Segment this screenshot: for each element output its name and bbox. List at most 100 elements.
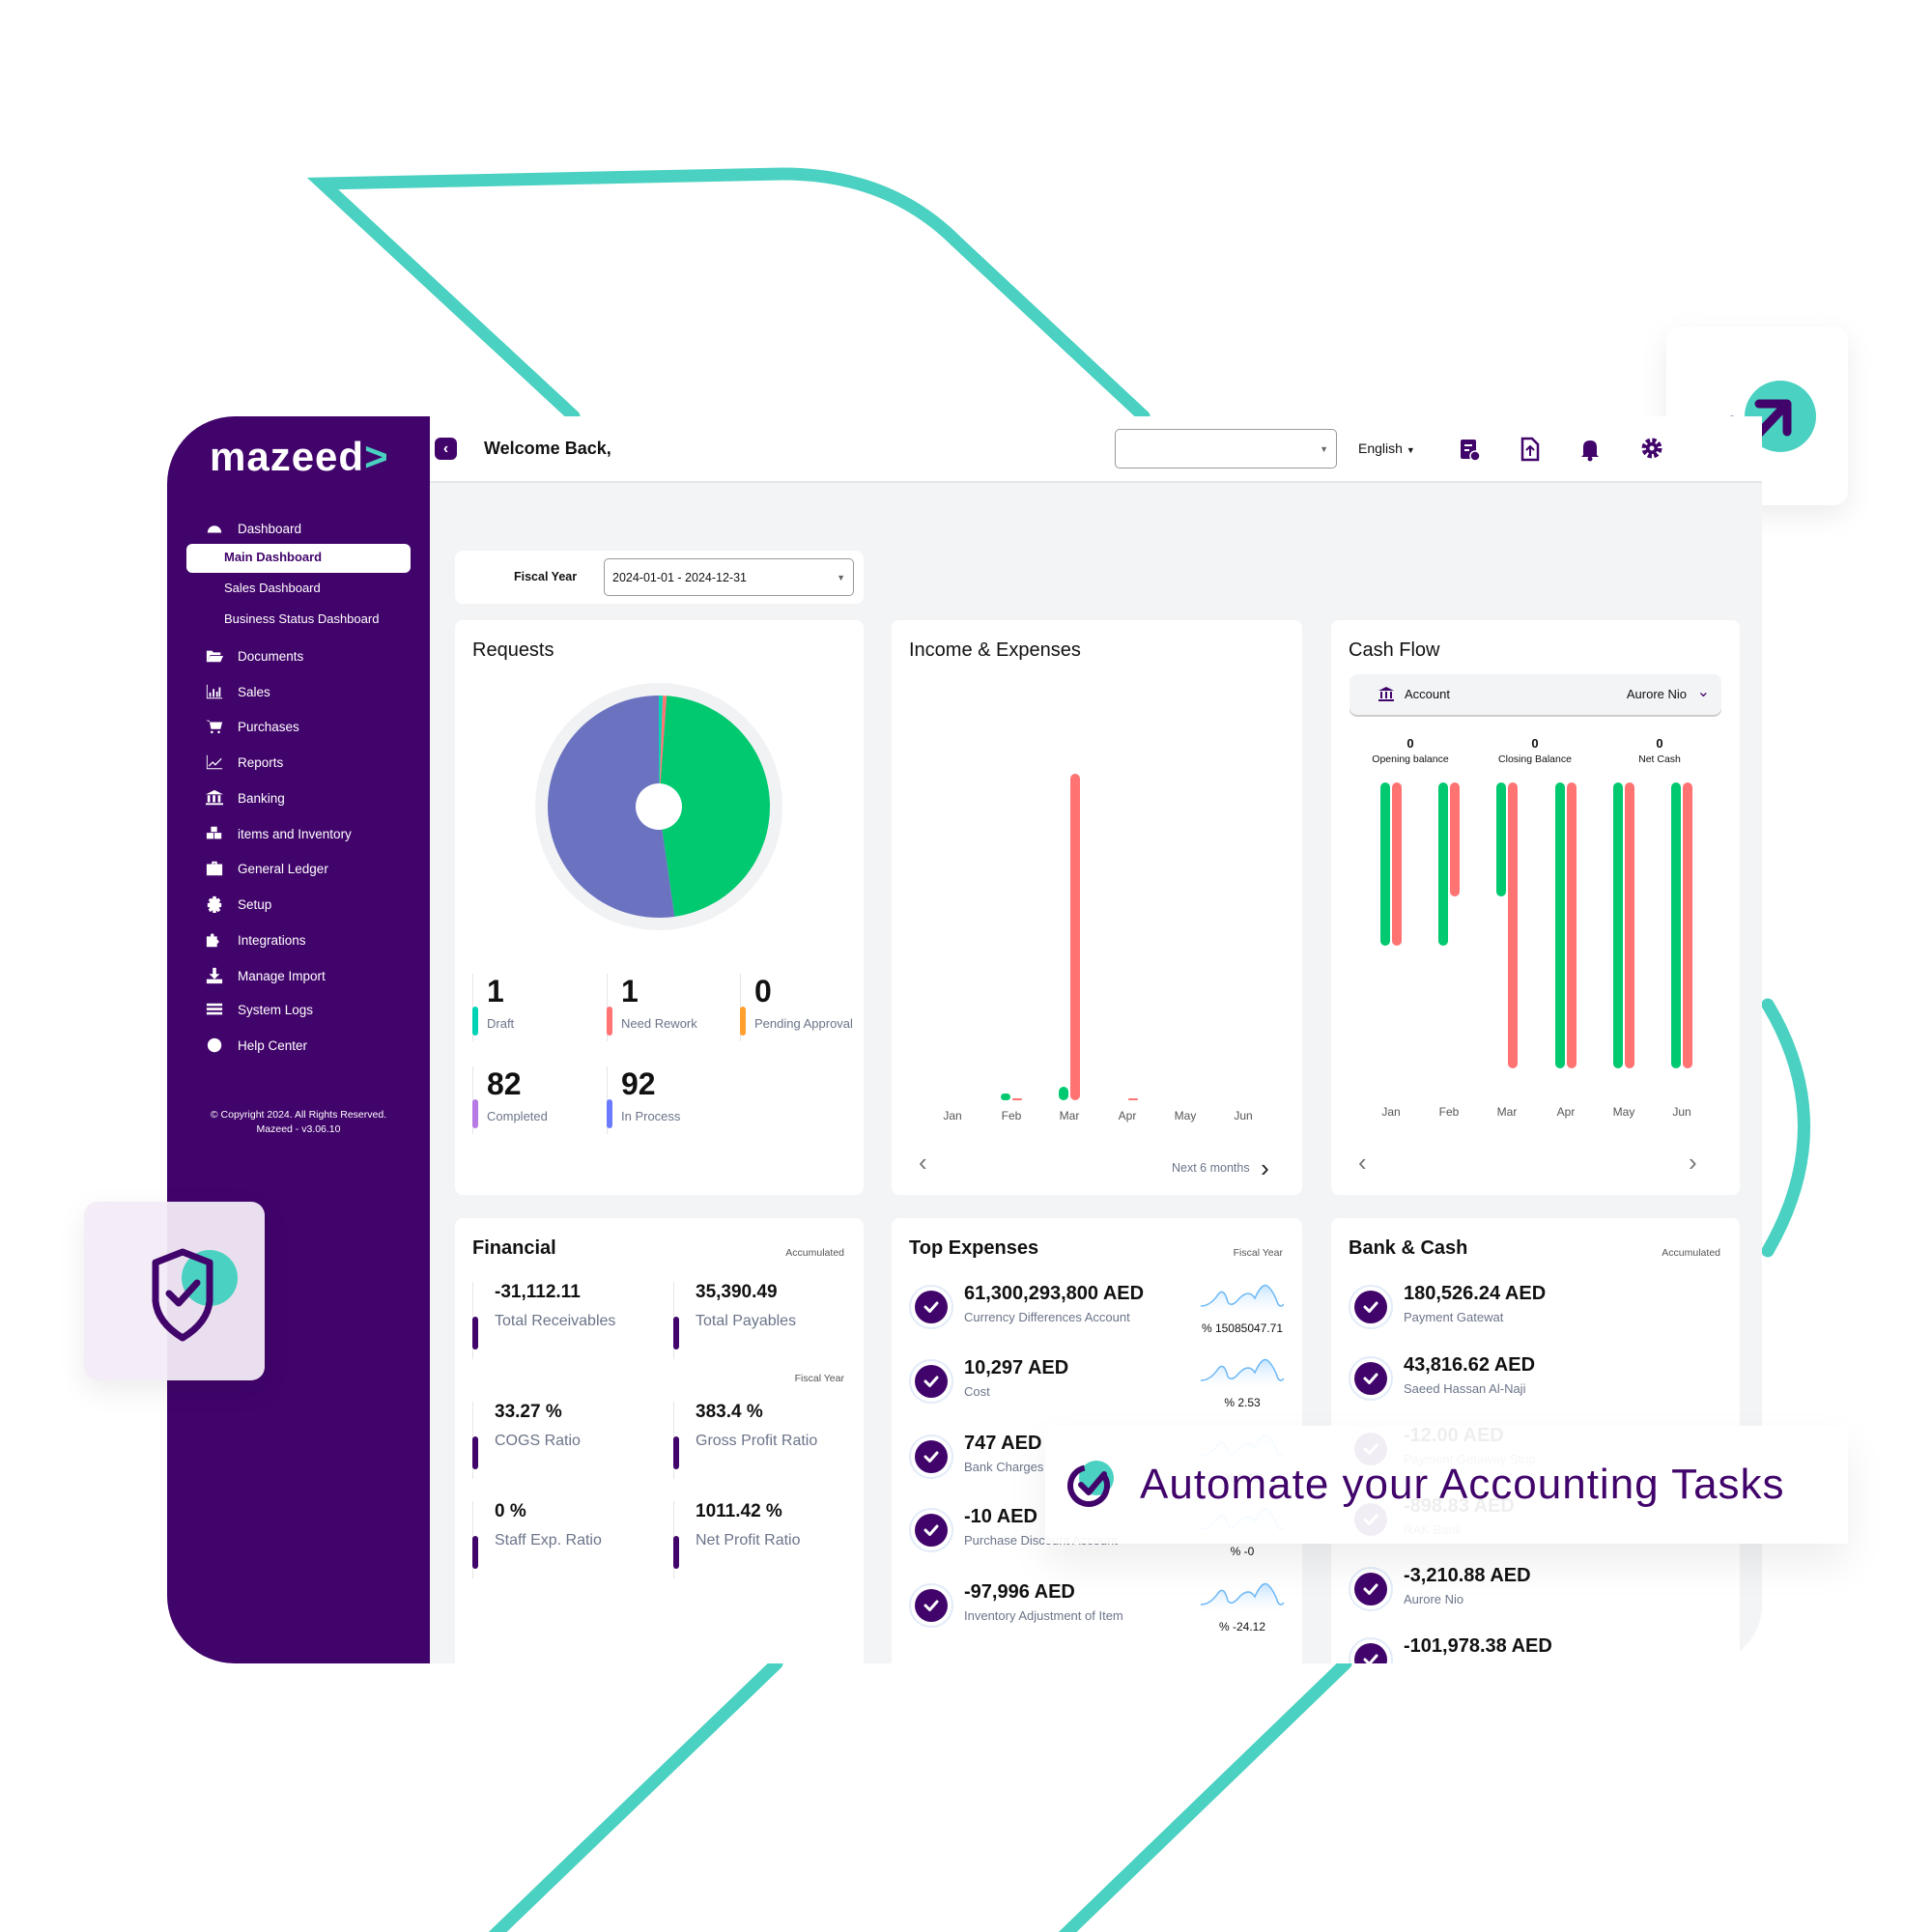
bar-may-income[interactable] [1613,782,1623,1068]
card-title: Requests [472,639,554,661]
bar-feb-expense[interactable] [1012,1097,1022,1100]
stat-label: Completed [487,1109,548,1123]
sparkline [1201,1582,1284,1616]
sidebar-item-banking[interactable]: Banking [205,786,285,810]
gear-icon[interactable] [1640,437,1663,460]
security-card [84,1202,265,1380]
bank-account-item[interactable]: -101,978.38 AED [1349,1632,1725,1663]
clipboard-add-icon[interactable] [1459,437,1480,462]
account-name: Payment Gatewat [1404,1310,1504,1324]
metric-bar [472,1536,478,1569]
decor-line-bottom-left [488,1657,783,1932]
month-label: Jan [1381,1105,1401,1119]
bar-mar-expense[interactable] [1508,782,1518,1068]
bar-apr-income[interactable] [1555,782,1565,1068]
company-select[interactable]: ▼ [1115,429,1337,469]
caret-down-icon: ▼ [837,572,845,582]
sidebar-item-reports[interactable]: Reports [205,751,283,774]
stat-value: 92 [621,1066,656,1101]
sidebar-item-items-and-inventory[interactable]: items and Inventory [205,822,352,845]
sidebar-item-dashboard[interactable]: Dashboard [205,517,301,540]
bank-account-item[interactable]: -3,210.88 AED Aurore Nio [1349,1561,1725,1619]
file-upload-icon[interactable] [1520,437,1540,462]
sidebar-item-label: Dashboard [238,521,302,536]
sidebar-item-setup[interactable]: Setup [205,893,271,916]
bar-apr-expense[interactable] [1128,1098,1138,1100]
stat-value: 1 [621,974,639,1009]
sidebar-subitem-main-dashboard[interactable]: Main Dashboard [224,546,322,567]
sidebar-item-sales[interactable]: Sales [205,680,270,703]
next-months-button[interactable]: › [1689,1148,1697,1178]
month-label: Mar [1496,1105,1518,1119]
sidebar-item-integrations[interactable]: Integrations [205,928,306,952]
bar-jan-income[interactable] [1380,782,1390,946]
bar-jun-expense[interactable] [1683,782,1692,1068]
prev-months-button[interactable]: ‹ [1358,1148,1367,1178]
bar-mar-income[interactable] [1059,1087,1068,1100]
bar-jan-expense[interactable] [1392,782,1402,946]
prev-months-button[interactable]: ‹ [919,1148,927,1178]
account-select[interactable]: Account Aurore Nio ⌄ [1350,674,1721,715]
account-balance: -3,210.88 AED [1404,1565,1531,1586]
month-label: Mar [1059,1109,1080,1122]
request-stat-draft[interactable]: 1 Draft [472,974,598,1041]
expense-item[interactable]: -97,996 AED Inventory Adjustment of Item%… [909,1577,1286,1635]
bar-apr-expense[interactable] [1567,782,1577,1068]
bar-mar-expense[interactable] [1070,774,1080,1100]
sidebar-subitem-business-status-dashboard[interactable]: Business Status Dashboard [224,608,379,629]
download-icon [205,967,224,984]
sidebar-item-label: Integrations [238,932,306,948]
month-label: May [1174,1109,1197,1122]
language-select[interactable]: English ▼ [1358,440,1415,456]
fiscal-year-note: Fiscal Year [794,1373,844,1384]
dashboard-gauge-icon [205,520,224,537]
summary-value: 0 [1656,736,1663,751]
stat-color-bar [607,1099,612,1128]
check-circle-icon [1349,1285,1393,1329]
request-stat-completed[interactable]: 82 Completed [472,1066,598,1134]
sidebar-subitem-sales-dashboard[interactable]: Sales Dashboard [224,577,321,598]
collapse-sidebar-button[interactable]: ‹ [435,438,457,460]
stat-value: 1 [487,974,504,1009]
bank-account-item[interactable]: 43,816.62 AED Saeed Hassan Al-Naji [1349,1350,1725,1408]
cash-flow-card: Cash Flow Account Aurore Nio ⌄ 0 Opening … [1331,620,1740,1195]
sidebar-item-label: Banking [238,790,285,806]
decor-line-bottom-right [1058,1657,1352,1932]
fiscal-year-select[interactable]: 2024-01-01 - 2024-12-31 ▼ [604,558,854,596]
bar-feb-income[interactable] [1001,1094,1010,1100]
decor-arc-right [1761,998,1810,1258]
sidebar-item-system-logs[interactable]: System Logs [205,998,313,1021]
sidebar-item-help-center[interactable]: Help Center [205,1034,307,1057]
request-stat-need-rework[interactable]: 1 Need Rework [607,974,732,1041]
bar-feb-expense[interactable] [1450,782,1460,897]
stat-color-bar [472,1099,478,1128]
card-note: Accumulated [1662,1247,1720,1259]
bar-may-expense[interactable] [1625,782,1634,1068]
promo-banner: Automate your Accounting Tasks [1045,1426,1848,1544]
bar-jun-income[interactable] [1671,782,1681,1068]
sidebar-item-purchases[interactable]: Purchases [205,715,299,738]
sidebar-item-manage-import[interactable]: Manage Import [205,964,326,987]
bank-account-item[interactable]: 180,526.24 AED Payment Gatewat [1349,1279,1725,1337]
stat-color-bar [607,1007,612,1036]
financial-metric-total-payables: 35,390.49 Total Payables [673,1282,864,1359]
check-circle-icon [909,1285,953,1329]
expense-item[interactable]: 61,300,293,800 AED Currency Differences A… [909,1279,1286,1337]
request-stat-in-process[interactable]: 92 In Process [607,1066,732,1134]
sidebar-item-label: Sales [238,684,270,699]
bar-chart-icon [205,683,224,700]
next-months-button[interactable]: Next 6 months › [1172,1153,1269,1183]
check-circle-icon [909,1583,953,1628]
line-chart-icon [205,753,224,771]
account-balance: 43,816.62 AED [1404,1354,1536,1376]
bar-feb-income[interactable] [1438,782,1448,946]
request-stat-pending-approval[interactable]: 0 Pending Approval [740,974,864,1041]
bell-icon[interactable] [1579,437,1601,462]
sidebar-item-general-ledger[interactable]: General Ledger [205,857,328,880]
summary-label: Net Cash [1638,753,1681,765]
metric-bar [472,1436,478,1469]
expense-item[interactable]: 10,297 AED Cost % 2.53 [909,1353,1286,1411]
sidebar-item-documents[interactable]: Documents [205,644,303,668]
financial-metric-cogs-ratio: 33.27 % COGS Ratio [472,1402,666,1479]
bar-mar-income[interactable] [1496,782,1506,897]
